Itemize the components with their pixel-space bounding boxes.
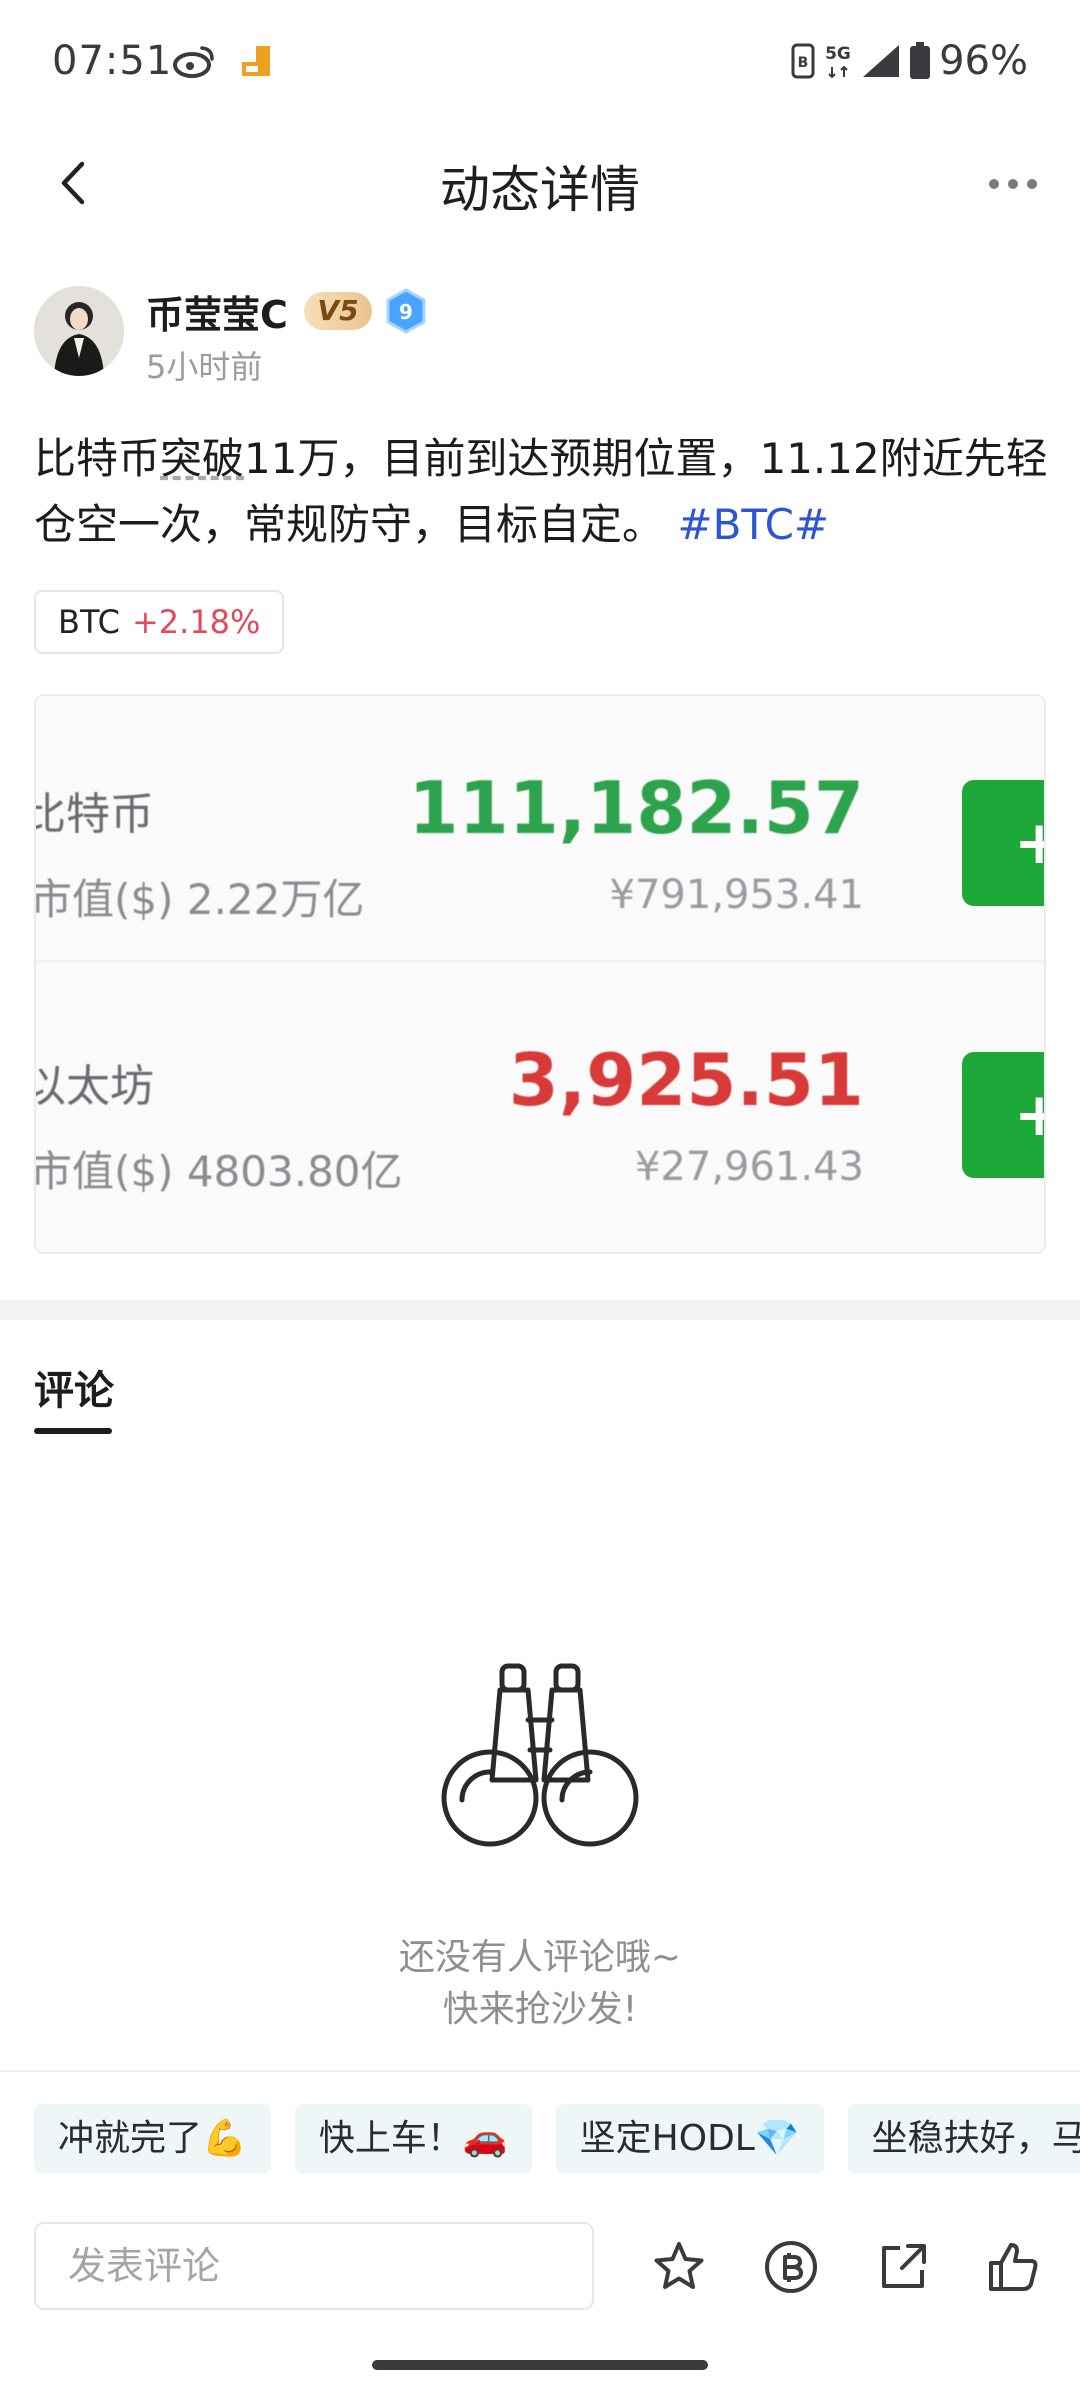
- post-hashtag[interactable]: #BTC#: [677, 500, 829, 549]
- avatar[interactable]: [34, 286, 124, 376]
- image-coin-cny: ¥791,953.41: [609, 872, 864, 918]
- more-dots-icon[interactable]: [978, 156, 1048, 212]
- image-add-button: +: [962, 1052, 1044, 1178]
- empty-line-1: 还没有人评论哦~: [398, 1937, 682, 1978]
- tab-comments[interactable]: 评论: [34, 1358, 114, 1416]
- image-row-btc: 比特币 市值($) 2.22万亿 111,182.57 ¥791,953.41 …: [34, 696, 1044, 956]
- battery-icon: [910, 42, 931, 79]
- star-icon[interactable]: [644, 2232, 714, 2302]
- network-5g-icon: 5G: [825, 44, 851, 79]
- image-coin-name: 比特币: [34, 789, 154, 840]
- status-time: 07:51: [52, 38, 173, 84]
- quick-reply-chip[interactable]: 坐稳扶好，马: [847, 2104, 1080, 2174]
- image-coin-cny: ¥27,961.43: [634, 1144, 864, 1190]
- post-text-part1: 比特币: [34, 434, 161, 483]
- image-row-divider: [36, 960, 1044, 962]
- post-text-underlined[interactable]: 突破: [160, 434, 244, 483]
- image-row-eth: 以太坊 市值($) 4803.80亿 3,925.51 ¥27,961.43 +: [34, 968, 1044, 1228]
- coin-tag-symbol: BTC: [58, 603, 120, 641]
- author-name[interactable]: 币莹莹C: [146, 284, 288, 339]
- gesture-bar: [372, 2360, 708, 2370]
- weibo-icon: [173, 46, 214, 78]
- image-coin-cap: 市值($) 4803.80亿: [34, 1147, 403, 1196]
- image-coin-price: 111,182.57: [408, 766, 864, 850]
- empty-comments-text: 还没有人评论哦~ 快来抢沙发!: [0, 1932, 1080, 2036]
- nav-bar: 动态详情: [0, 128, 1080, 238]
- status-bar: 07:51 B 5G 96%: [0, 0, 1080, 128]
- image-coin-cap: 市值($) 2.22万亿: [34, 875, 365, 924]
- share-icon[interactable]: [868, 2232, 938, 2302]
- app-notification-icon: [242, 46, 270, 76]
- post-time: 5小时前: [146, 348, 263, 386]
- nfc-icon: B: [791, 43, 815, 79]
- empty-line-2: 快来抢沙发!: [442, 1989, 638, 2030]
- comment-input[interactable]: 发表评论: [34, 2222, 594, 2310]
- binoculars-icon: [441, 1663, 639, 1847]
- tab-active-indicator: [34, 1428, 112, 1434]
- post-image[interactable]: 比特币 市值($) 2.22万亿 111,182.57 ¥791,953.41 …: [34, 694, 1046, 1254]
- vip-badge: V5: [304, 292, 372, 330]
- quick-replies: 冲就完了💪 快上车！🚗 坚定HODL💎 坐稳扶好，马: [34, 2104, 1080, 2174]
- image-coin-name: 以太坊: [34, 1061, 154, 1112]
- page-title: 动态详情: [440, 161, 640, 219]
- quick-reply-chip[interactable]: 冲就完了💪: [34, 2104, 271, 2174]
- quick-replies-divider: [0, 2070, 1080, 2072]
- level-badge-number: 9: [399, 300, 413, 324]
- status-right: B 5G 96%: [791, 38, 1028, 84]
- post-author: 币莹莹C V5 9 5小时前: [34, 284, 1044, 386]
- image-add-button: +: [962, 780, 1044, 906]
- tip-coin-icon[interactable]: [756, 2232, 826, 2302]
- battery-percent: 96%: [939, 38, 1028, 84]
- thumbs-up-icon[interactable]: [978, 2232, 1048, 2302]
- coin-tag[interactable]: BTC +2.18%: [34, 590, 285, 654]
- quick-reply-chip[interactable]: 坚定HODL💎: [555, 2104, 824, 2174]
- svg-text:5G: 5G: [825, 44, 851, 64]
- svg-text:B: B: [798, 55, 809, 71]
- section-divider: [0, 1300, 1080, 1320]
- post-body: 比特币突破11万，目前到达预期位置，11.12附近先轻仓空一次，常规防守，目标自…: [34, 426, 1049, 558]
- quick-reply-chip[interactable]: 快上车！🚗: [294, 2104, 532, 2174]
- level-badge: 9: [386, 288, 426, 334]
- coin-tag-change: +2.18%: [131, 603, 261, 641]
- image-coin-price: 3,925.51: [508, 1038, 864, 1122]
- signal-icon: [863, 45, 900, 77]
